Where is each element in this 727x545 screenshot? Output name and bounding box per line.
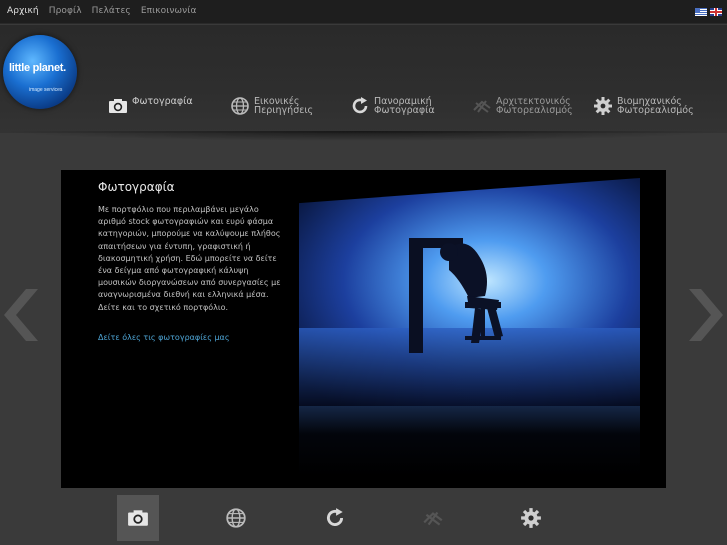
rotate-icon (326, 508, 344, 526)
featured-photo[interactable] (299, 178, 640, 406)
top-nav-clients[interactable]: Πελάτες (92, 6, 131, 16)
camera-icon (128, 510, 148, 526)
main-nav: Φωτογραφία Εικονικές Περιηγήσεις Πανοραμ… (0, 25, 727, 133)
nav-label: Φωτογραφία (132, 96, 193, 107)
nav-item-panoramic[interactable]: Πανοραμική Φωτογραφία (350, 95, 442, 116)
panel-title: Φωτογραφία (98, 180, 175, 194)
panel-description: Με πορτφόλιο που περιλαμβάνει μεγάλο αρι… (98, 205, 281, 312)
gear-icon (593, 96, 613, 116)
nav-label: Αρχιτεκτονικός Φωτορεαλισμός (496, 96, 573, 116)
globe-icon (230, 96, 250, 116)
architecture-icon (423, 511, 443, 526)
nav-item-industrial[interactable]: Βιομηχανικός Φωτορεαλισμός (593, 95, 694, 116)
top-nav-contact[interactable]: Επικοινωνία (141, 6, 197, 16)
bottom-panoramic-button[interactable] (314, 495, 356, 541)
nav-label: Εικονικές Περιηγήσεις (254, 96, 314, 116)
camera-icon (108, 96, 128, 116)
uk-flag-icon[interactable] (710, 8, 722, 16)
gear-icon (521, 508, 541, 528)
top-bar: Αρχική Προφίλ Πελάτες Επικοινωνία (0, 0, 727, 24)
chevron-left-icon (4, 289, 38, 341)
feature-panel: Φωτογραφία Με πορτφόλιο που περιλαμβάνει… (61, 170, 666, 488)
bottom-architectural-button[interactable] (412, 495, 454, 541)
view-all-photos-link[interactable]: Δείτε όλες τις φωτογραφίες μας (98, 333, 230, 342)
bottom-icon-bar (0, 490, 727, 545)
rotate-icon (350, 96, 370, 116)
photo-reflection (299, 406, 640, 476)
previous-arrow[interactable] (0, 287, 40, 343)
greek-flag-icon[interactable] (695, 8, 707, 16)
language-switcher (695, 8, 722, 16)
architecture-icon (472, 96, 492, 116)
nav-item-virtual-tours[interactable]: Εικονικές Περιηγήσεις (230, 95, 318, 116)
top-nav: Αρχική Προφίλ Πελάτες Επικοινωνία (7, 6, 207, 16)
bottom-virtual-tours-button[interactable] (215, 495, 257, 541)
header: little planet. image services Φωτογραφία (0, 25, 727, 141)
nav-label: Πανοραμική Φωτογραφία (374, 96, 435, 116)
bottom-photography-button[interactable] (117, 495, 159, 541)
globe-icon (226, 508, 246, 528)
bottom-industrial-button[interactable] (510, 495, 552, 541)
chevron-right-icon (689, 289, 723, 341)
nav-label: Βιομηχανικός Φωτορεαλισμός (617, 96, 694, 116)
top-nav-profile[interactable]: Προφίλ (49, 6, 82, 16)
next-arrow[interactable] (687, 287, 727, 343)
top-nav-home[interactable]: Αρχική (7, 6, 39, 16)
nav-item-architectural[interactable]: Αρχιτεκτονικός Φωτορεαλισμός (472, 95, 573, 116)
nav-item-photography[interactable]: Φωτογραφία (108, 95, 193, 116)
